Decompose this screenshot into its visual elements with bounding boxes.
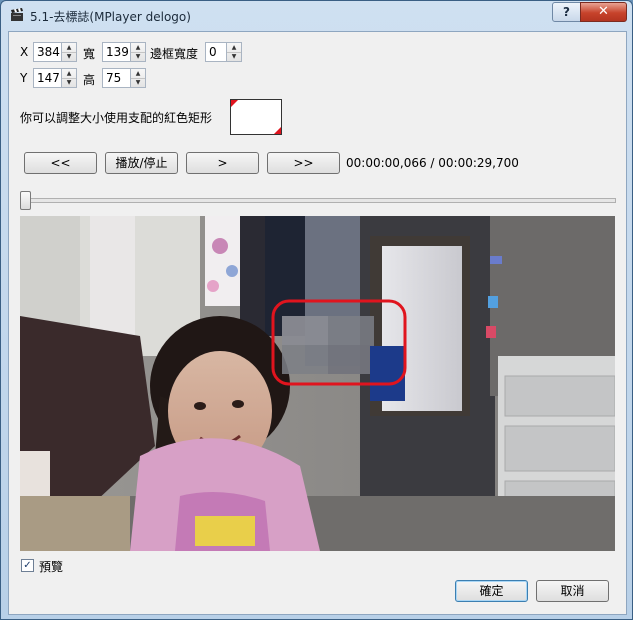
width-value: 139	[106, 45, 129, 59]
height-spin-down-icon[interactable]: ▼	[131, 78, 145, 87]
seek-slider-track[interactable]	[20, 198, 616, 203]
red-rectangle-selector[interactable]	[230, 99, 282, 135]
x-spin-down-icon[interactable]: ▼	[62, 52, 76, 61]
play-stop-button[interactable]: 播放/停止	[105, 152, 178, 174]
dialog-client-area: X 384 ▲ ▼ 寬 139 ▲ ▼ 邊框寬度 0 ▲ ▼ Y 147 ▲ ▼…	[8, 31, 627, 615]
video-frame-image	[20, 216, 615, 551]
y-label: Y	[20, 71, 28, 85]
preview-label: 預覽	[39, 560, 64, 574]
x-value: 384	[37, 45, 60, 59]
help-button[interactable]: ?	[552, 2, 581, 22]
window-title: 5.1-去標誌(MPlayer delogo)	[30, 10, 191, 24]
x-spinbox[interactable]: 384 ▲ ▼	[33, 42, 77, 62]
height-label: 高	[83, 73, 96, 87]
border-width-label: 邊框寬度	[150, 47, 199, 61]
preview-checkbox[interactable]: ✓	[21, 559, 34, 572]
width-label: 寬	[83, 47, 96, 61]
width-spinbox[interactable]: 139 ▲ ▼	[102, 42, 146, 62]
step-forward-button[interactable]: >	[186, 152, 259, 174]
border-width-spinbox[interactable]: 0 ▲ ▼	[205, 42, 242, 62]
rewind-button[interactable]: <<	[24, 152, 97, 174]
close-button[interactable]: ✕	[580, 2, 627, 22]
y-spinbox[interactable]: 147 ▲ ▼	[33, 68, 77, 88]
clapperboard-icon	[11, 8, 23, 21]
border-spin-down-icon[interactable]: ▼	[227, 52, 241, 61]
y-spin-down-icon[interactable]: ▼	[62, 78, 76, 87]
title-bar: 5.1-去標誌(MPlayer delogo) ? ✕	[1, 1, 632, 31]
seek-slider-thumb[interactable]	[20, 191, 31, 210]
hint-text: 你可以調整大小使用支配的紅色矩形	[20, 111, 213, 125]
height-spinbox[interactable]: 75 ▲ ▼	[102, 68, 146, 88]
ok-button[interactable]: 確定	[455, 580, 528, 602]
fast-forward-button[interactable]: >>	[267, 152, 340, 174]
width-spin-down-icon[interactable]: ▼	[131, 52, 145, 61]
height-value: 75	[106, 71, 122, 85]
cancel-button[interactable]: 取消	[536, 580, 609, 602]
corner-handles-icon	[231, 100, 281, 134]
video-preview[interactable]	[20, 216, 615, 551]
x-label: X	[20, 45, 29, 59]
time-readout: 00:00:00,066 / 00:00:29,700	[346, 156, 519, 170]
dialog-window: 5.1-去標誌(MPlayer delogo) ? ✕ X 384 ▲ ▼ 寬 …	[0, 0, 633, 620]
border-width-value: 0	[209, 45, 217, 59]
y-value: 147	[37, 71, 60, 85]
